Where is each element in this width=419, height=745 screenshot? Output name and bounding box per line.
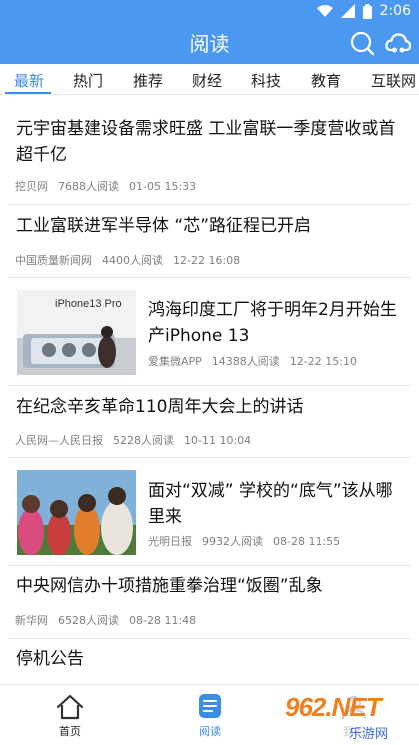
watermark-subtext: 乐游网 bbox=[349, 727, 389, 742]
article-time: 01-05 15:33 bbox=[129, 180, 197, 193]
article-title: 元宇宙基建设备需求旺盛 工业富联一季度营收或首超千亿 bbox=[16, 119, 396, 165]
tab-education[interactable]: 教育 bbox=[311, 70, 341, 91]
article-title: 鸿海印度工厂将于明年2月开始生产iPhone 13 bbox=[148, 300, 397, 346]
reading-icon bbox=[199, 694, 221, 718]
article-time: 12-22 16:08 bbox=[173, 254, 241, 267]
thumbnail-caption: iPhone13 Pro bbox=[55, 298, 122, 310]
home-icon bbox=[56, 694, 84, 720]
tab-internet[interactable]: 互联网 bbox=[371, 70, 416, 91]
article-title: 工业富联进军半导体 “芯”路征程已开启 bbox=[16, 216, 312, 236]
article-source: 中国质量新闻网 bbox=[15, 254, 92, 267]
battery-icon bbox=[362, 3, 372, 19]
tab-hot[interactable]: 热门 bbox=[73, 70, 103, 91]
cloud-icon[interactable] bbox=[385, 30, 411, 56]
article-meta: 光明日报 9932人阅读 08-28 11:55 bbox=[148, 533, 350, 549]
article-reads: 14388人阅读 bbox=[211, 355, 280, 368]
status-icons: 2:06 bbox=[316, 3, 411, 19]
status-time: 2:06 bbox=[379, 3, 411, 19]
article-time: 08-28 11:55 bbox=[273, 535, 341, 548]
category-tabs: 最新 热门 推荐 财经 科技 教育 互联网 bbox=[0, 64, 419, 95]
tab-latest[interactable]: 最新 bbox=[14, 70, 44, 91]
article-thumbnail bbox=[17, 470, 136, 555]
status-bar: 2:06 bbox=[0, 0, 419, 24]
divider bbox=[8, 277, 411, 278]
article-source: 新华网 bbox=[15, 614, 48, 627]
article-meta: 人民网—人民日报 5228人阅读 10-11 10:04 bbox=[15, 432, 261, 448]
article-source: 挖贝网 bbox=[15, 180, 48, 193]
tab-finance[interactable]: 财经 bbox=[192, 70, 222, 91]
article-meta: 新华网 6528人阅读 08-28 11:48 bbox=[15, 612, 206, 628]
divider bbox=[8, 385, 411, 386]
nav-reading-label: 阅读 bbox=[199, 725, 221, 738]
article-meta: 爱集微APP 14388人阅读 12-22 15:10 bbox=[148, 353, 367, 369]
search-icon[interactable] bbox=[349, 30, 375, 56]
article-time: 08-28 11:48 bbox=[129, 614, 197, 627]
article-reads: 5228人阅读 bbox=[113, 434, 174, 447]
article-title: 停机公告 bbox=[16, 649, 84, 669]
divider bbox=[8, 204, 411, 205]
app-header: 2:06 阅读 bbox=[0, 0, 419, 64]
article-reads: 9932人阅读 bbox=[202, 535, 263, 548]
article-title: 中央网信办十项措施重拳治理“饭圈”乱象 bbox=[16, 576, 323, 596]
article-thumbnail: iPhone13 Pro bbox=[17, 290, 136, 375]
site-watermark: 962.NET 乐游网 bbox=[283, 690, 419, 742]
divider bbox=[8, 457, 411, 458]
divider bbox=[8, 565, 411, 566]
article-title: 面对“双减” 学校的“底气”该从哪里来 bbox=[148, 481, 393, 527]
students-photo bbox=[17, 470, 136, 555]
article-reads: 4400人阅读 bbox=[102, 254, 163, 267]
article-source: 光明日报 bbox=[148, 535, 192, 548]
article-reads: 7688人阅读 bbox=[58, 180, 119, 193]
tab-active-indicator bbox=[5, 92, 51, 94]
article-reads: 6528人阅读 bbox=[58, 614, 119, 627]
tab-tech[interactable]: 科技 bbox=[251, 70, 281, 91]
nav-home[interactable]: 首页 bbox=[30, 685, 110, 745]
article-meta: 挖贝网 7688人阅读 01-05 15:33 bbox=[15, 178, 206, 194]
wifi-icon bbox=[316, 5, 333, 17]
article-title: 在纪念辛亥革命110周年大会上的讲话 bbox=[16, 397, 304, 417]
article-source: 人民网—人民日报 bbox=[15, 434, 103, 447]
article-source: 爱集微APP bbox=[148, 355, 202, 368]
tab-recommended[interactable]: 推荐 bbox=[133, 70, 163, 91]
nav-reading[interactable]: 阅读 bbox=[170, 685, 250, 745]
divider bbox=[8, 638, 411, 639]
watermark-logo: 962.NET bbox=[285, 692, 382, 722]
signal-icon bbox=[340, 4, 355, 18]
article-time: 12-22 15:10 bbox=[289, 355, 357, 368]
nav-home-label: 首页 bbox=[59, 725, 81, 738]
article-meta: 中国质量新闻网 4400人阅读 12-22 16:08 bbox=[15, 252, 250, 268]
article-time: 10-11 10:04 bbox=[184, 434, 252, 447]
